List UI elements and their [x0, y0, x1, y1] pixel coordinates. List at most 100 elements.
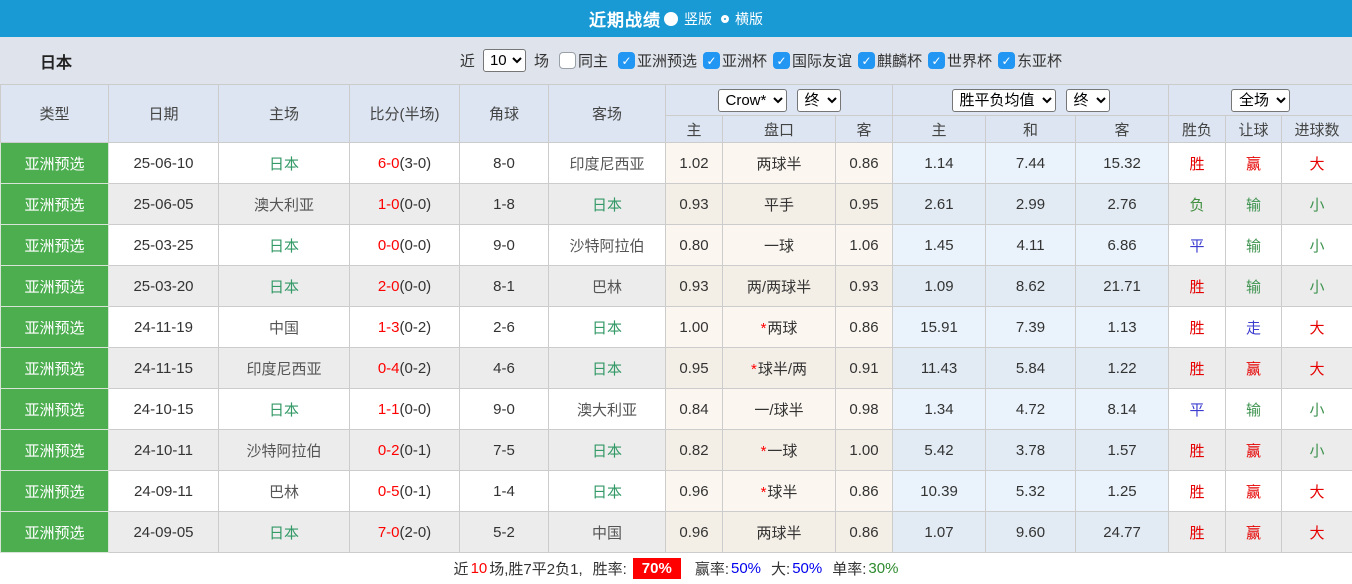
league-checkbox[interactable]: ✓ [858, 52, 875, 69]
header-corners: 角球 [460, 85, 549, 143]
home-team: 日本 [219, 389, 350, 430]
scope-select[interactable]: 全场 [1231, 89, 1290, 112]
handicap-cell: 平手 [723, 184, 836, 225]
avg-lose-cell: 21.71 [1076, 266, 1169, 307]
radio-unselected-icon[interactable] [721, 15, 729, 23]
league-filter[interactable]: ✓国际友谊 [767, 50, 852, 71]
odds-away-cell: 0.93 [836, 266, 893, 307]
away-team: 澳大利亚 [549, 389, 666, 430]
handicap-cell: 两/两球半 [723, 266, 836, 307]
score-cell: 1-1(0-0) [350, 389, 460, 430]
result-goals-cell: 小 [1282, 389, 1352, 430]
corners-cell: 8-0 [460, 143, 549, 184]
league-filter[interactable]: ✓东亚杯 [992, 50, 1062, 71]
league-filter[interactable]: ✓亚洲预选 [612, 50, 697, 71]
league-type: 亚洲预选 [1, 143, 109, 184]
avg-win-cell: 5.42 [893, 430, 986, 471]
subheader-result: 胜负 [1169, 116, 1226, 143]
league-checkbox[interactable]: ✓ [703, 52, 720, 69]
league-label: 东亚杯 [1017, 50, 1062, 71]
layout-radio-vertical[interactable]: 竖版 [670, 9, 712, 29]
league-filter[interactable]: ✓亚洲杯 [697, 50, 767, 71]
league-type: 亚洲预选 [1, 184, 109, 225]
subheader-goals-result: 进球数 [1282, 116, 1352, 143]
league-filter[interactable]: ✓麒麟杯 [852, 50, 922, 71]
result-handicap-cell: 走 [1226, 307, 1282, 348]
league-type: 亚洲预选 [1, 512, 109, 553]
avg-lose-cell: 8.14 [1076, 389, 1169, 430]
avg-win-cell: 1.34 [893, 389, 986, 430]
match-date: 24-09-11 [109, 471, 219, 512]
score-cell: 0-2(0-1) [350, 430, 460, 471]
odds-company-select[interactable]: Crow* [718, 89, 787, 112]
corners-cell: 9-0 [460, 389, 549, 430]
away-team: 日本 [549, 307, 666, 348]
result-wdl-cell: 胜 [1169, 512, 1226, 553]
odds-home-cell: 0.93 [666, 184, 723, 225]
home-team: 日本 [219, 225, 350, 266]
avg-type-select[interactable]: 胜平负均值 [952, 89, 1056, 112]
radio-selected-icon[interactable] [664, 12, 678, 26]
league-checkbox[interactable]: ✓ [998, 52, 1015, 69]
league-filter[interactable]: ✓世界杯 [922, 50, 992, 71]
league-checkbox[interactable]: ✓ [618, 52, 635, 69]
avg-lose-cell: 1.25 [1076, 471, 1169, 512]
result-handicap-cell: 输 [1226, 225, 1282, 266]
same-home-checkbox-group[interactable]: 同主 [553, 50, 608, 71]
home-team: 日本 [219, 143, 350, 184]
layout-radio-horizontal[interactable]: 横版 [721, 9, 763, 29]
odds-home-cell: 0.95 [666, 348, 723, 389]
match-date: 25-06-10 [109, 143, 219, 184]
avg-win-cell: 15.91 [893, 307, 986, 348]
home-team: 日本 [219, 512, 350, 553]
odds-home-cell: 0.96 [666, 471, 723, 512]
corners-cell: 1-4 [460, 471, 549, 512]
same-home-checkbox[interactable] [559, 52, 576, 69]
odds-time-select[interactable]: 终 [797, 89, 841, 112]
avg-win-cell: 10.39 [893, 471, 986, 512]
odds-away-cell: 0.86 [836, 307, 893, 348]
win-rate-label: 胜率: [593, 558, 627, 579]
corners-cell: 7-5 [460, 430, 549, 471]
odds-away-cell: 0.91 [836, 348, 893, 389]
recent-count-select[interactable]: 10 [483, 49, 526, 72]
single-rate-value: 30% [868, 560, 898, 577]
title-bar: 近期战绩 竖版 横版 [0, 0, 1352, 37]
result-handicap-cell: 输 [1226, 266, 1282, 307]
match-date: 24-11-15 [109, 348, 219, 389]
handicap-cell: 两球半 [723, 512, 836, 553]
radio-horizontal-label: 横版 [735, 9, 763, 29]
league-checkbox[interactable]: ✓ [928, 52, 945, 69]
score-cell: 0-4(0-2) [350, 348, 460, 389]
avg-time-select[interactable]: 终 [1066, 89, 1110, 112]
odds-away-cell: 0.86 [836, 143, 893, 184]
filter-bar: 日本 近 10 场 同主 ✓亚洲预选✓亚洲杯✓国际友谊✓麒麟杯✓世界杯✓东亚杯 [0, 37, 1352, 84]
summary-record: 场,胜7平2负1, [489, 558, 582, 579]
match-date: 25-03-25 [109, 225, 219, 266]
avg-win-cell: 1.45 [893, 225, 986, 266]
league-type: 亚洲预选 [1, 471, 109, 512]
league-label: 亚洲预选 [637, 50, 697, 71]
result-goals-cell: 大 [1282, 307, 1352, 348]
result-wdl-cell: 胜 [1169, 307, 1226, 348]
scope-group-header: 全场 [1169, 85, 1352, 116]
league-checkbox[interactable]: ✓ [773, 52, 790, 69]
avg-lose-cell: 1.57 [1076, 430, 1169, 471]
corners-cell: 8-1 [460, 266, 549, 307]
table-row: 亚洲预选24-11-15印度尼西亚0-4(0-2)4-6日本0.95*球半/两0… [1, 348, 1352, 389]
score-cell: 7-0(2-0) [350, 512, 460, 553]
avg-draw-cell: 7.39 [986, 307, 1076, 348]
table-row: 亚洲预选24-11-19中国1-3(0-2)2-6日本1.00*两球0.8615… [1, 307, 1352, 348]
table-row: 亚洲预选24-10-11沙特阿拉伯0-2(0-1)7-5日本0.82*一球1.0… [1, 430, 1352, 471]
big-rate-label: 大: [771, 558, 790, 579]
match-date: 24-10-11 [109, 430, 219, 471]
corners-cell: 1-8 [460, 184, 549, 225]
home-team: 沙特阿拉伯 [219, 430, 350, 471]
avg-win-cell: 2.61 [893, 184, 986, 225]
avg-lose-cell: 2.76 [1076, 184, 1169, 225]
odds-away-cell: 1.00 [836, 430, 893, 471]
filters: 近 10 场 同主 ✓亚洲预选✓亚洲杯✓国际友谊✓麒麟杯✓世界杯✓东亚杯 [460, 49, 1062, 72]
avg-draw-cell: 5.32 [986, 471, 1076, 512]
table-row: 亚洲预选24-09-11巴林0-5(0-1)1-4日本0.96*球半0.8610… [1, 471, 1352, 512]
league-label: 亚洲杯 [722, 50, 767, 71]
